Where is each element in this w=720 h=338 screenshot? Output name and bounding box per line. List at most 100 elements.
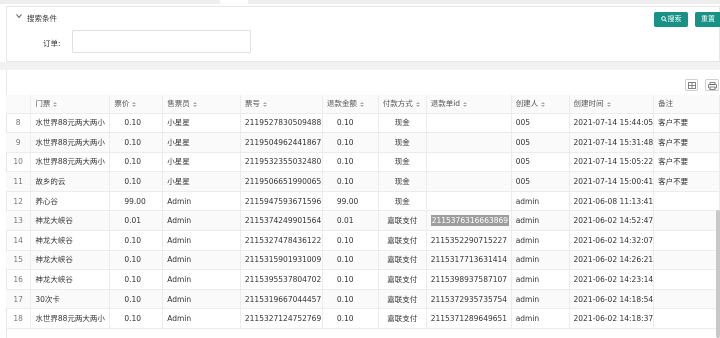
cell-refund: 0.10 xyxy=(322,113,379,134)
cell-note: 客户不要 xyxy=(653,113,720,134)
cell-note xyxy=(653,250,720,271)
header-ticket[interactable]: 门票 xyxy=(30,95,111,114)
cell-price: 0.10 xyxy=(109,230,164,251)
sort-icon[interactable] xyxy=(606,101,611,107)
table-row[interactable]: 9 水世界88元两大两小 0.10 小星星 2119504962441867 0.10 现金… xyxy=(6,132,720,153)
order-input[interactable] xyxy=(72,30,251,53)
header-creator[interactable]: 创建人 xyxy=(511,95,570,114)
cell-creator: admin xyxy=(511,191,570,212)
header-refund[interactable]: 退款金额 xyxy=(322,95,379,114)
header-seller[interactable]: 售票员 xyxy=(162,95,241,114)
cell-seller: Admin xyxy=(162,308,241,330)
cell-index: 13 xyxy=(6,210,32,232)
sort-icon[interactable] xyxy=(541,101,546,107)
cell-creator: admin xyxy=(511,289,570,310)
cell-note xyxy=(653,289,720,310)
header-refund-id[interactable]: 退款单id xyxy=(426,95,512,114)
cell-refund-id: 2115376316663869 xyxy=(426,210,512,232)
cell-creator: 005 xyxy=(511,152,570,173)
chevron-down-icon[interactable] xyxy=(16,13,22,19)
table-row[interactable]: 11 故乡的云 0.10 小星星 2119506651990065 0.10 现金 005 20… xyxy=(6,171,720,192)
table-row[interactable]: 18 水世界88元两大两小 0.10 Admin 2115327124752769 0.1… xyxy=(6,308,720,330)
header-pay[interactable]: 付款方式 xyxy=(378,95,427,114)
table-row[interactable]: 15 神龙大峡谷 0.10 Admin 2115315901931009 0.10 嘉联支付… xyxy=(6,250,720,271)
cell-refund: 99.00 xyxy=(322,191,379,212)
cell-ticket: 水世界88元两大两小 xyxy=(30,308,111,330)
sort-icon[interactable] xyxy=(262,101,267,107)
cell-seller: Admin xyxy=(162,191,241,212)
cell-refund-id: 2115317713631414 xyxy=(426,250,512,271)
sort-icon[interactable] xyxy=(192,101,197,107)
cell-created: 2021-06-02 14:23:14 xyxy=(569,269,655,290)
cell-pay: 嘉联支付 xyxy=(378,210,427,232)
cell-price: 0.10 xyxy=(109,250,164,271)
reset-button[interactable]: 重置 xyxy=(695,12,720,27)
cell-created: 2021-06-02 14:52:47 xyxy=(569,210,655,232)
cell-seller: Admin xyxy=(162,210,241,232)
cell-pay: 嘉联支付 xyxy=(378,230,427,251)
sort-icon[interactable] xyxy=(132,101,137,107)
cell-ticket-no: 2119532355032480 xyxy=(240,152,323,173)
cell-refund: 0.10 xyxy=(322,289,379,310)
header-note: 备注 xyxy=(653,95,720,114)
cell-seller: Admin xyxy=(162,250,241,271)
cell-ticket: 水世界88元两大两小 xyxy=(30,152,111,173)
cell-ticket: 神龙大峡谷 xyxy=(30,250,111,271)
cell-creator: admin xyxy=(511,250,570,271)
tab-strip-left xyxy=(0,0,220,4)
cell-index: 17 xyxy=(6,289,32,310)
cell-ticket: 故乡的云 xyxy=(30,171,111,192)
cell-seller: 小星星 xyxy=(162,171,241,192)
cell-ticket: 养心谷 xyxy=(30,191,111,212)
table-row[interactable]: 14 神龙大峡谷 0.10 Admin 2115327478436122 0.10 嘉联支付… xyxy=(6,230,720,251)
cell-seller: Admin xyxy=(162,230,241,251)
sort-icon[interactable] xyxy=(463,101,468,107)
cell-refund: 0.10 xyxy=(322,250,379,271)
cell-creator: admin xyxy=(511,230,570,251)
refund-table: 门票 票价 售票员 票号 退款金额 付款方式 退款单id 创建人 创建时间 备注… xyxy=(6,95,720,330)
cell-refund: 0.10 xyxy=(322,171,379,192)
cell-pay: 嘉联支付 xyxy=(378,308,427,330)
cell-ticket-no: 2119527830509488 xyxy=(240,113,323,134)
top-strip xyxy=(0,0,720,5)
search-panel-header[interactable]: 搜索条件 xyxy=(7,7,719,27)
print-icon xyxy=(708,82,717,90)
table-row[interactable]: 13 神龙大峡谷 0.01 Admin 2115374249901564 0.01 嘉联支付… xyxy=(6,210,720,232)
cell-pay: 现金 xyxy=(378,171,427,192)
search-button[interactable]: 搜索 xyxy=(654,12,688,27)
table-row[interactable]: 17 30次卡 0.10 Admin 2115319667044457 0.10 嘉联支付 2… xyxy=(6,289,720,310)
cell-ticket: 神龙大峡谷 xyxy=(30,210,111,232)
cell-price: 0.01 xyxy=(109,210,164,232)
cell-seller: 小星星 xyxy=(162,113,241,134)
cell-ticket-no: 2115947593671596 xyxy=(240,191,323,212)
cell-ticket-no: 2115327478436122 xyxy=(240,230,323,251)
cell-index: 10 xyxy=(6,152,32,173)
sort-icon[interactable] xyxy=(415,101,420,107)
table-row[interactable]: 8 水世界88元两大两小 0.10 小星星 2119527830509488 0.10 现金… xyxy=(6,113,720,134)
header-created[interactable]: 创建时间 xyxy=(569,95,655,114)
cell-index: 18 xyxy=(6,308,32,330)
cell-ticket: 30次卡 xyxy=(30,289,111,310)
cell-price: 0.10 xyxy=(109,269,164,290)
cell-seller: 小星星 xyxy=(162,152,241,173)
header-ticket-no[interactable]: 票号 xyxy=(240,95,323,114)
cell-refund: 0.10 xyxy=(322,308,379,330)
cell-refund-id: 2115398937587107 xyxy=(426,269,512,290)
cell-creator: 005 xyxy=(511,113,570,134)
table-row[interactable]: 12 养心谷 99.00 Admin 2115947593671596 99.00 现金 ad… xyxy=(6,191,720,212)
header-price[interactable]: 票价 xyxy=(109,95,164,114)
cell-index: 16 xyxy=(6,269,32,290)
search-panel-title: 搜索条件 xyxy=(27,14,57,23)
table-row[interactable]: 10 水世界88元两大两小 0.10 小星星 2119532355032480 0.10 现… xyxy=(6,152,720,173)
sort-icon[interactable] xyxy=(53,101,58,107)
print-button[interactable] xyxy=(705,79,719,91)
cell-index: 14 xyxy=(6,230,32,251)
cell-refund-id xyxy=(426,152,512,173)
column-settings-button[interactable] xyxy=(685,79,698,91)
sort-icon[interactable] xyxy=(359,101,364,107)
cell-created: 2021-06-02 14:26:21 xyxy=(569,250,655,271)
cell-note: 客户不要 xyxy=(653,132,720,153)
vertical-scrollbar[interactable] xyxy=(716,210,720,338)
reset-button-label: 重置 xyxy=(701,15,715,23)
table-row[interactable]: 16 神龙大峡谷 0.10 Admin 2115395537804702 0.10 嘉联支付… xyxy=(6,269,720,290)
